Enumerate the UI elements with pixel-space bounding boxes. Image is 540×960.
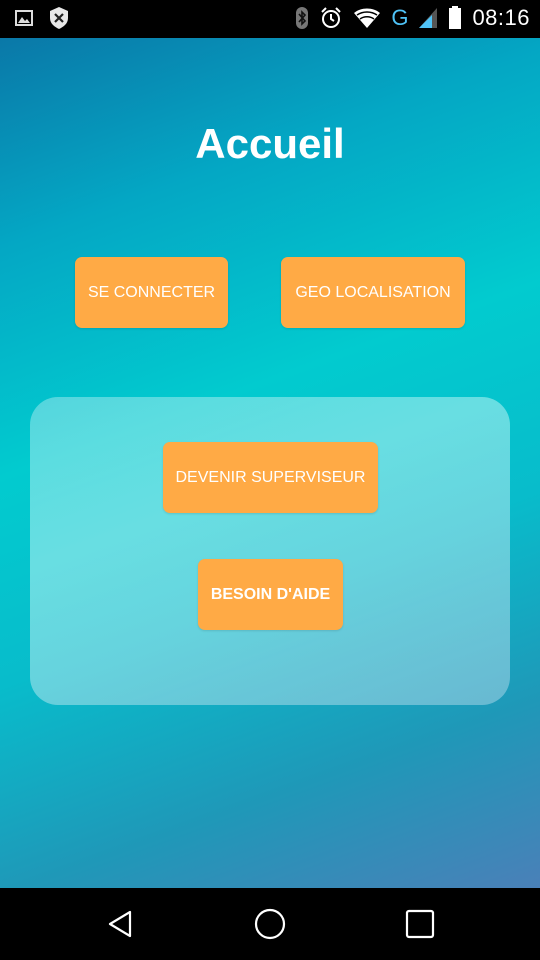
alarm-icon bbox=[319, 6, 343, 30]
app-screen: G 08:16 Accueil SE CONNECTER GEO LOCALIS… bbox=[0, 0, 540, 960]
back-icon[interactable] bbox=[100, 906, 140, 942]
become-supervisor-button[interactable]: DEVENIR SUPERVISEUR bbox=[163, 442, 378, 513]
navigation-bar bbox=[0, 888, 540, 960]
main-content: Accueil SE CONNECTER GEO LOCALISATION DE… bbox=[0, 38, 540, 888]
recent-apps-icon[interactable] bbox=[400, 906, 440, 942]
image-icon bbox=[14, 9, 34, 27]
battery-icon bbox=[448, 6, 462, 30]
wifi-icon bbox=[353, 7, 381, 29]
network-type-label: G bbox=[391, 5, 409, 30]
connect-button[interactable]: SE CONNECTER bbox=[75, 257, 228, 328]
shield-x-icon bbox=[48, 6, 70, 30]
signal-icon bbox=[418, 7, 438, 29]
home-icon[interactable] bbox=[250, 906, 290, 942]
status-bar-notifications bbox=[14, 6, 70, 30]
status-bar-system: G 08:16 bbox=[295, 4, 530, 32]
need-help-button[interactable]: BESOIN D'AIDE bbox=[198, 559, 343, 630]
status-bar: G 08:16 bbox=[0, 0, 540, 38]
bluetooth-icon bbox=[295, 6, 309, 30]
clock-time: 08:16 bbox=[472, 5, 530, 30]
geolocation-button[interactable]: GEO LOCALISATION bbox=[281, 257, 465, 328]
page-title: Accueil bbox=[195, 120, 345, 167]
